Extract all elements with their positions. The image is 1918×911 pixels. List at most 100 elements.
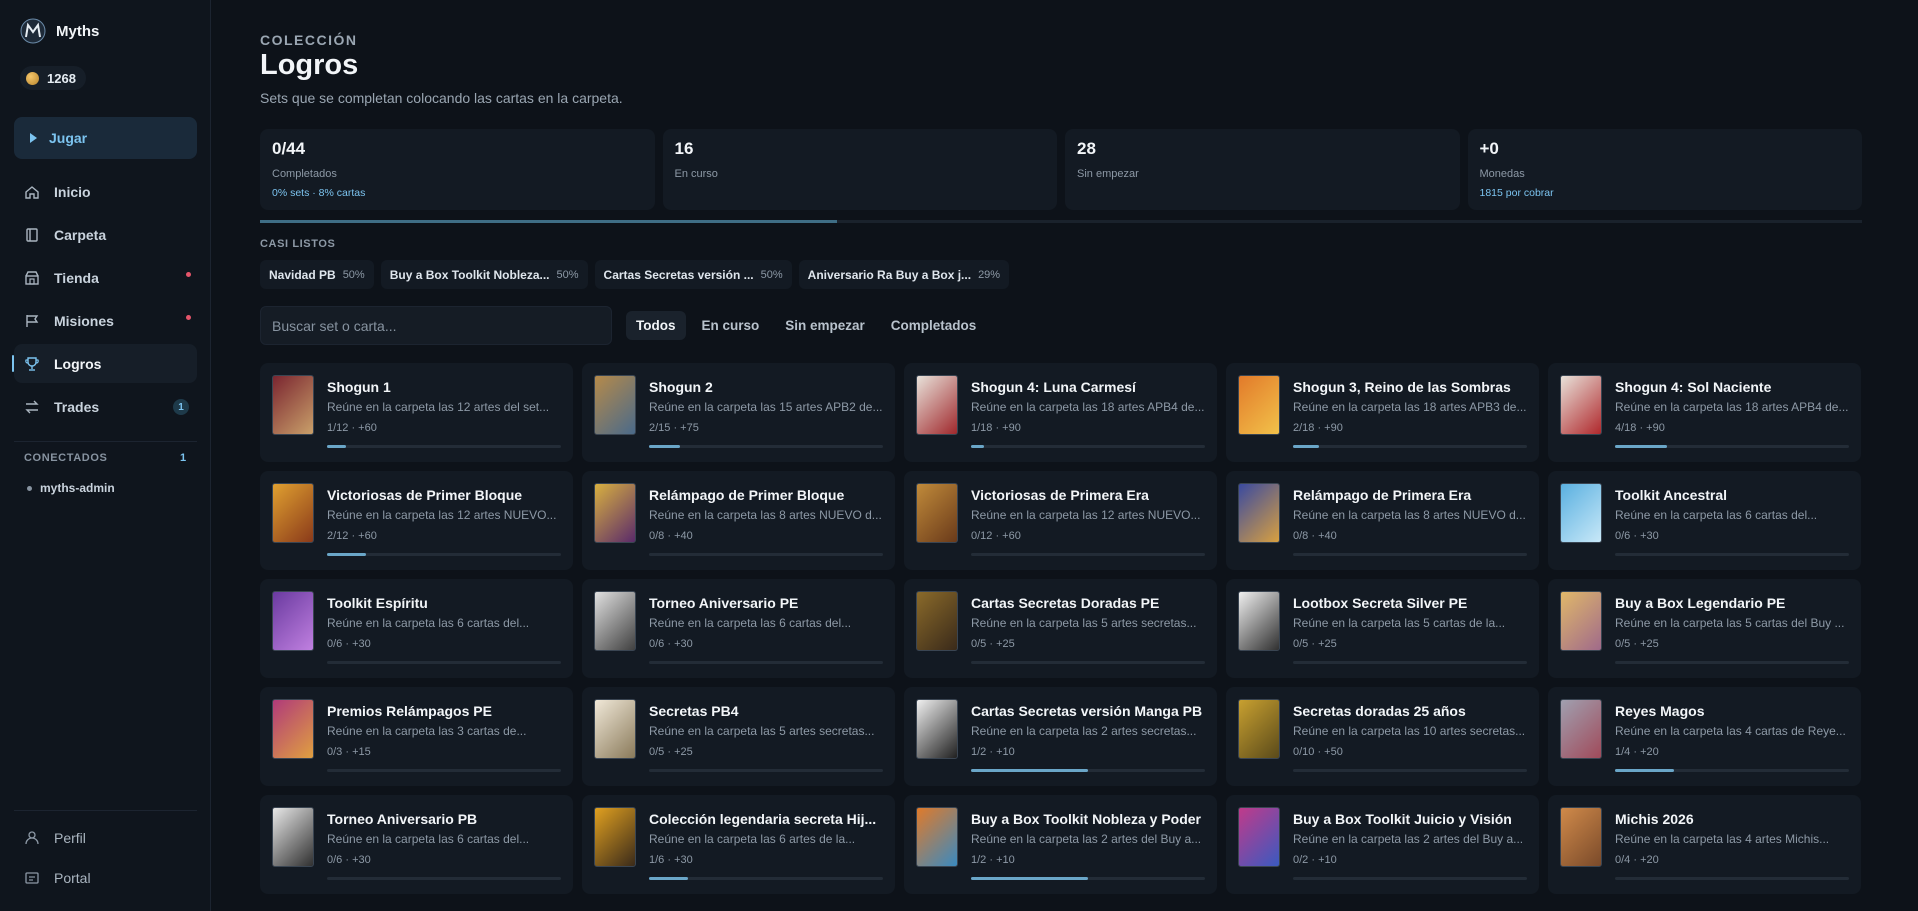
filter-tab-en-curso[interactable]: En curso	[692, 311, 770, 340]
achievement-card[interactable]: Buy a Box Toolkit Nobleza y Poder Reúne …	[904, 795, 1217, 894]
page-title: Logros	[260, 49, 359, 81]
card-art-thumbnail	[272, 591, 314, 651]
achievement-card[interactable]: Victoriosas de Primera Era Reúne en la c…	[904, 471, 1217, 570]
achievement-card[interactable]: Michis 2026 Reúne en la carpeta las 4 ar…	[1548, 795, 1861, 894]
chip-name: Aniversario Ra Buy a Box j...	[807, 267, 972, 282]
chip-percent: 50%	[760, 268, 783, 281]
achievement-card[interactable]: Shogun 4: Luna Carmesí Reúne en la carpe…	[904, 363, 1217, 462]
achievement-card[interactable]: Cartas Secretas versión Manga PB Reúne e…	[904, 687, 1217, 786]
trophy-icon	[25, 356, 39, 371]
achievement-card[interactable]: Secretas PB4 Reúne en la carpeta las 5 a…	[582, 687, 895, 786]
almost-ready-title: CASI LISTOS	[260, 238, 336, 250]
sidebar-item-inicio[interactable]: Inicio	[14, 172, 197, 211]
achievement-card[interactable]: Premios Relámpagos PE Reúne en la carpet…	[260, 687, 573, 786]
sidebar-item-carpeta[interactable]: Carpeta	[14, 215, 197, 254]
card-art-thumbnail	[1560, 807, 1602, 867]
stat-card: 0/44 Completados 0% sets · 8% cartas	[260, 129, 655, 210]
achievement-card[interactable]: Buy a Box Legendario PE Reúne en la carp…	[1548, 579, 1861, 678]
brand[interactable]: Myths	[20, 18, 99, 44]
connected-user-name: myths-admin	[40, 481, 115, 495]
card-progress-bar	[327, 445, 561, 448]
count-badge: 1	[173, 399, 189, 415]
achievement-card[interactable]: Relámpago de Primer Bloque Reúne en la c…	[582, 471, 895, 570]
user-icon	[25, 831, 39, 845]
achievement-card[interactable]: Torneo Aniversario PB Reúne en la carpet…	[260, 795, 573, 894]
card-progress-text: 0/5 · +25	[1293, 638, 1337, 650]
almost-ready-chip[interactable]: Cartas Secretas versión ... 50%	[594, 260, 792, 289]
achievement-card[interactable]: Victoriosas de Primer Bloque Reúne en la…	[260, 471, 573, 570]
stat-label: Monedas	[1479, 168, 1525, 180]
card-title: Buy a Box Legendario PE	[1615, 595, 1786, 611]
card-progress-bar	[1293, 877, 1527, 880]
sidebar-bottom-item-portal[interactable]: Portal	[14, 860, 197, 896]
achievement-card[interactable]: Shogun 3, Reino de las Sombras Reúne en …	[1226, 363, 1539, 462]
card-progress-bar	[1293, 661, 1527, 664]
sidebar-item-logros[interactable]: Logros	[12, 344, 197, 383]
card-progress-text: 2/18 · +90	[1293, 422, 1343, 434]
filter-tab-todos[interactable]: Todos	[626, 311, 686, 340]
card-progress-bar	[1615, 445, 1849, 448]
sidebar-item-trades[interactable]: Trades 1	[14, 387, 197, 426]
achievement-card[interactable]: Relámpago de Primera Era Reúne en la car…	[1226, 471, 1539, 570]
achievement-card[interactable]: Shogun 2 Reúne en la carpeta las 15 arte…	[582, 363, 895, 462]
sidebar-item-label: Inicio	[54, 183, 91, 200]
card-progress-text: 0/3 · +15	[327, 746, 371, 758]
card-description: Reúne en la carpeta las 2 artes del Buy …	[1293, 832, 1524, 846]
chip-name: Buy a Box Toolkit Nobleza...	[389, 267, 550, 282]
card-progress-fill	[649, 445, 681, 448]
card-art-thumbnail	[272, 807, 314, 867]
card-art-thumbnail	[594, 699, 636, 759]
achievement-card[interactable]: Cartas Secretas Doradas PE Reúne en la c…	[904, 579, 1217, 678]
achievement-card[interactable]: Torneo Aniversario PE Reúne en la carpet…	[582, 579, 895, 678]
search-input[interactable]	[260, 306, 612, 345]
filter-tab-sin-empezar[interactable]: Sin empezar	[775, 311, 875, 340]
sidebar-item-tienda[interactable]: Tienda	[14, 258, 197, 297]
connected-user[interactable]: myths-admin	[27, 481, 115, 495]
card-progress-text: 1/2 · +10	[971, 854, 1015, 866]
card-title: Torneo Aniversario PE	[649, 595, 799, 611]
card-progress-text: 0/6 · +30	[327, 638, 371, 650]
card-progress-text: 0/6 · +30	[327, 854, 371, 866]
achievement-card[interactable]: Colección legendaria secreta Hij... Reún…	[582, 795, 895, 894]
card-progress-bar	[327, 661, 561, 664]
card-title: Relámpago de Primera Era	[1293, 487, 1472, 503]
card-art-thumbnail	[1238, 807, 1280, 867]
almost-ready-chip[interactable]: Aniversario Ra Buy a Box j... 29%	[798, 260, 1010, 289]
card-description: Reúne en la carpeta las 6 artes de la...	[649, 832, 856, 846]
filter-tab-completados[interactable]: Completados	[881, 311, 987, 340]
coin-balance: 1268	[20, 66, 86, 90]
achievement-card[interactable]: Toolkit Ancestral Reúne en la carpeta la…	[1548, 471, 1861, 570]
card-title: Torneo Aniversario PB	[327, 811, 478, 827]
card-progress-fill	[1615, 769, 1674, 772]
stat-card: 16 En curso	[662, 129, 1057, 210]
almost-ready-chip[interactable]: Navidad PB 50%	[260, 260, 374, 289]
scrollbar[interactable]	[1910, 0, 1918, 911]
almost-ready-chip[interactable]: Buy a Box Toolkit Nobleza... 50%	[380, 260, 588, 289]
stats-row: 0/44 Completados 0% sets · 8% cartas 16 E…	[260, 129, 1862, 210]
card-description: Reúne en la carpeta las 6 cartas del...	[327, 832, 530, 846]
achievement-card[interactable]: Reyes Magos Reúne en la carpeta las 4 ca…	[1548, 687, 1861, 786]
card-description: Reúne en la carpeta las 10 artes secreta…	[1293, 724, 1526, 738]
achievement-card[interactable]: Toolkit Espíritu Reúne en la carpeta las…	[260, 579, 573, 678]
sidebar-item-misiones[interactable]: Misiones	[14, 301, 197, 340]
binder-icon	[26, 227, 38, 242]
card-art-thumbnail	[916, 807, 958, 867]
notification-dot	[186, 272, 191, 277]
achievement-card[interactable]: Shogun 1 Reúne en la carpeta las 12 arte…	[260, 363, 573, 462]
achievement-card[interactable]: Lootbox Secreta Silver PE Reúne en la ca…	[1226, 579, 1539, 678]
sidebar-divider	[14, 441, 197, 442]
card-title: Victoriosas de Primer Bloque	[327, 487, 523, 503]
filter-tabs: Todos En curso Sin empezar Completados	[626, 311, 986, 340]
card-art-thumbnail	[1238, 375, 1280, 435]
card-description: Reúne en la carpeta las 6 cartas del...	[649, 616, 852, 630]
card-title: Shogun 1	[327, 379, 391, 395]
achievement-card[interactable]: Secretas doradas 25 años Reúne en la car…	[1226, 687, 1539, 786]
card-progress-text: 0/8 · +40	[649, 530, 693, 542]
sidebar-item-label: Misiones	[54, 312, 114, 329]
achievement-card[interactable]: Shogun 4: Sol Naciente Reúne en la carpe…	[1548, 363, 1861, 462]
achievement-card[interactable]: Buy a Box Toolkit Juicio y Visión Reúne …	[1226, 795, 1539, 894]
sidebar-bottom-item-perfil[interactable]: Perfil	[14, 820, 197, 856]
card-progress-text: 1/6 · +30	[649, 854, 693, 866]
card-progress-text: 0/10 · +50	[1293, 746, 1343, 758]
play-button[interactable]: Jugar	[14, 117, 197, 159]
